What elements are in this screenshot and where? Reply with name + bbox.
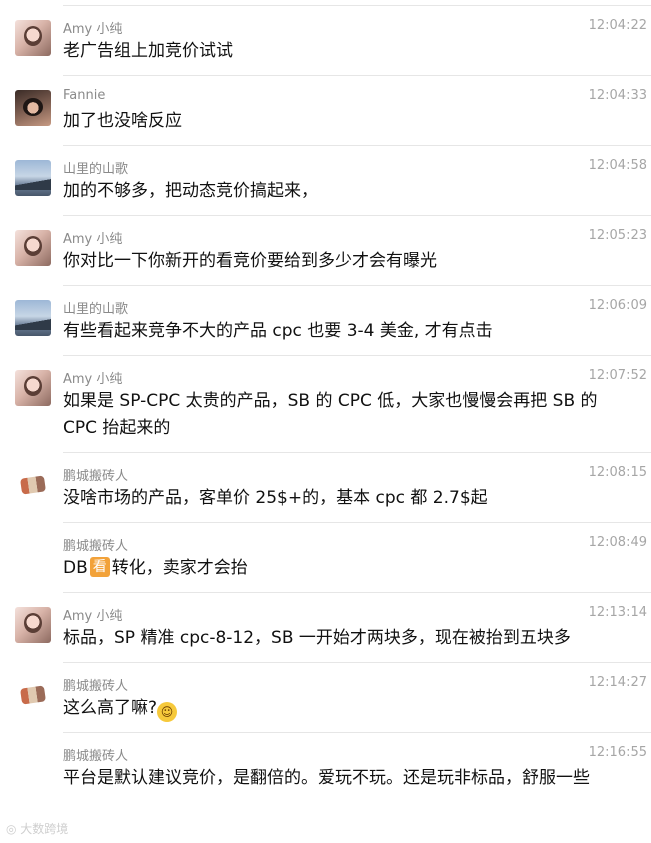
message-time: 12:05:23 [588, 228, 647, 243]
message-text[interactable]: 加的不够多，把动态竞价搞起来， [63, 178, 633, 205]
amy-avatar[interactable] [15, 230, 51, 266]
message-time: 12:07:52 [588, 368, 647, 383]
message-time: 12:08:15 [588, 465, 647, 480]
message-time: 12:14:27 [588, 675, 647, 690]
kan-badge-icon: 看 [89, 557, 110, 577]
message-time: 12:04:33 [588, 88, 647, 103]
message-text[interactable]: 如果是 SP-CPC 太贵的产品，SB 的 CPC 低，大家也慢慢会再把 SB … [63, 388, 633, 442]
grin-emoji-icon: ☺ [157, 702, 178, 722]
message-text[interactable]: 平台是默认建议竞价，是翻倍的。爱玩不玩。还是玩非标品，舒服一些 [63, 765, 633, 792]
message-text[interactable]: 这么高了嘛? ☺ [63, 695, 633, 722]
message-text[interactable]: DB 看转化，卖家才会抬 [63, 555, 633, 582]
sender-name: 山里的山歌 [63, 162, 129, 177]
pengcheng-avatar[interactable] [15, 467, 51, 503]
message-divider [63, 215, 651, 216]
message-time: 12:04:58 [588, 158, 647, 173]
message-text-part: DB [63, 558, 88, 578]
message-text[interactable]: 没啥市场的产品，客单价 25$+的，基本 cpc 都 2.7$起 [63, 485, 633, 512]
sender-name: Amy 小纯 [63, 609, 123, 624]
sender-name: 山里的山歌 [63, 302, 129, 317]
message-time: 12:06:09 [588, 298, 647, 313]
sender-name: 鹏城搬砖人 [63, 539, 129, 554]
message-text[interactable]: 加了也没啥反应 [63, 108, 633, 135]
weibo-icon: ◎ [6, 822, 21, 836]
sender-name: Fannie [63, 88, 106, 103]
message-divider [63, 732, 651, 733]
amy-avatar[interactable] [15, 607, 51, 643]
message-text-part: 这么高了嘛? [63, 698, 158, 718]
pengcheng-avatar[interactable] [15, 677, 51, 713]
message-divider [63, 355, 651, 356]
amy-avatar[interactable] [15, 20, 51, 56]
sender-name: Amy 小纯 [63, 372, 123, 387]
message-divider [63, 75, 651, 76]
sender-name: 鹏城搬砖人 [63, 679, 129, 694]
message-divider [63, 452, 651, 453]
message-text-part: 转化，卖家才会抬 [111, 558, 248, 578]
shange-avatar[interactable] [15, 300, 51, 336]
sender-name: Amy 小纯 [63, 232, 123, 247]
message-text[interactable]: 老广告组上加竞价试试 [63, 38, 633, 65]
message-text[interactable]: 标品，SP 精准 cpc-8-12，SB 一开始才两块多，现在被抬到五块多 [63, 625, 633, 652]
sender-name: 鹏城搬砖人 [63, 749, 129, 764]
message-divider [63, 522, 651, 523]
amy-avatar[interactable] [15, 370, 51, 406]
message-divider [63, 5, 651, 6]
sender-name: Amy 小纯 [63, 22, 123, 37]
fannie-avatar[interactable] [15, 90, 51, 126]
message-time: 12:04:22 [588, 18, 647, 33]
message-text[interactable]: 有些看起来竞争不大的产品 cpc 也要 3-4 美金, 才有点击 [63, 318, 633, 345]
shange-avatar[interactable] [15, 160, 51, 196]
message-time: 12:13:14 [588, 605, 647, 620]
message-divider [63, 592, 651, 593]
watermark: ◎ 大数跨境 [6, 820, 68, 837]
watermark-text: 大数跨境 [20, 822, 69, 836]
message-divider [63, 145, 651, 146]
sender-name: 鹏城搬砖人 [63, 469, 129, 484]
message-time: 12:16:55 [588, 745, 647, 760]
message-divider [63, 285, 651, 286]
message-time: 12:08:49 [588, 535, 647, 550]
message-divider [63, 662, 651, 663]
message-text[interactable]: 你对比一下你新开的看竞价要给到多少才会有曝光 [63, 248, 633, 275]
